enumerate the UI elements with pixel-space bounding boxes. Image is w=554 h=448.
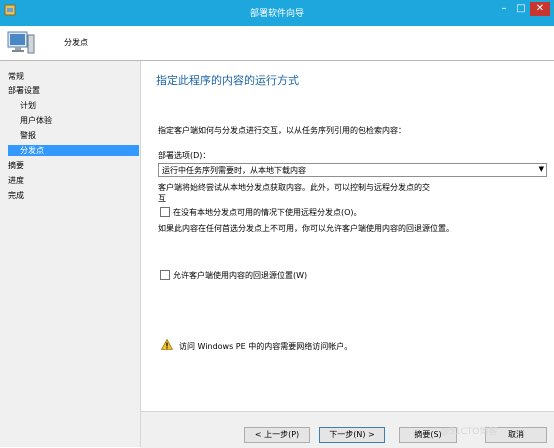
sidebar-item-progress[interactable]: 进度 (8, 175, 133, 186)
wizard-sidebar: 常规 部署设置 计划 用户体验 警报 分发点 摘要 进度 完成 (0, 61, 141, 447)
sidebar-item-user-experience[interactable]: 用户体验 (20, 115, 133, 126)
sidebar-item-schedule[interactable]: 计划 (20, 100, 133, 111)
page-header: 分发点 (0, 26, 554, 61)
sidebar-item-summary[interactable]: 摘要 (8, 160, 133, 171)
fallback-note: 如果此内容在任何首选分发点上不可用，你可以允许客户端使用内容的回退源位置。 (158, 224, 454, 233)
maximize-button[interactable]: □ (513, 2, 529, 16)
fallback-description-line1: 客户端将始终尝试从本地分发点获取内容。此外，可以控制与远程分发点的交 (158, 183, 430, 192)
window-title: 部署软件向导 (249, 9, 304, 19)
deployment-options-select[interactable]: 运行中任务序列需要时，从本地下载内容 ▼ (158, 163, 547, 177)
deployment-options-value: 运行中任务序列需要时，从本地下载内容 (162, 166, 306, 175)
computer-icon (7, 31, 35, 54)
window-titlebar: 部署软件向导 – □ ✕ (0, 0, 554, 26)
fallback-description-line2: 互 (158, 194, 166, 203)
next-button[interactable]: 下一步(N) > (319, 427, 385, 443)
sidebar-item-deployment-settings[interactable]: 部署设置 (8, 85, 133, 96)
deployment-options-label: 部署选项(D)： (158, 151, 211, 160)
minimize-button[interactable]: – (496, 2, 512, 16)
remote-dp-checkbox[interactable] (160, 207, 170, 217)
back-button[interactable]: < 上一步(P) (244, 427, 310, 443)
intro-text: 指定客户端如何与分发点进行交互，以从任务序列引用的包检索内容： (158, 126, 406, 135)
page-title: 指定此程序的内容的运行方式 (156, 74, 299, 87)
remote-dp-checkbox-label: 在没有本地分发点可用的情况下使用远程分发点(O)。 (173, 208, 362, 217)
sidebar-item-general[interactable]: 常规 (8, 71, 133, 82)
fallback-source-checkbox[interactable] (160, 270, 170, 280)
wizard-content: 指定此程序的内容的运行方式 指定客户端如何与分发点进行交互，以从任务序列引用的包… (141, 61, 554, 447)
watermark: @51CTO博客 (440, 427, 498, 437)
header-title: 分发点 (64, 38, 88, 47)
close-button[interactable]: ✕ (530, 2, 550, 16)
warning-icon (161, 339, 173, 350)
sidebar-item-alerts[interactable]: 警报 (20, 130, 133, 141)
sidebar-item-completion[interactable]: 完成 (8, 190, 133, 201)
sidebar-item-distribution-points[interactable]: 分发点 (8, 145, 139, 156)
warning-text: 访问 Windows PE 中的内容需要网络访问帐户。 (179, 342, 353, 351)
fallback-source-checkbox-label: 允许客户端使用内容的回退源位置(W) (173, 271, 308, 280)
chevron-down-icon: ▼ (538, 165, 544, 173)
